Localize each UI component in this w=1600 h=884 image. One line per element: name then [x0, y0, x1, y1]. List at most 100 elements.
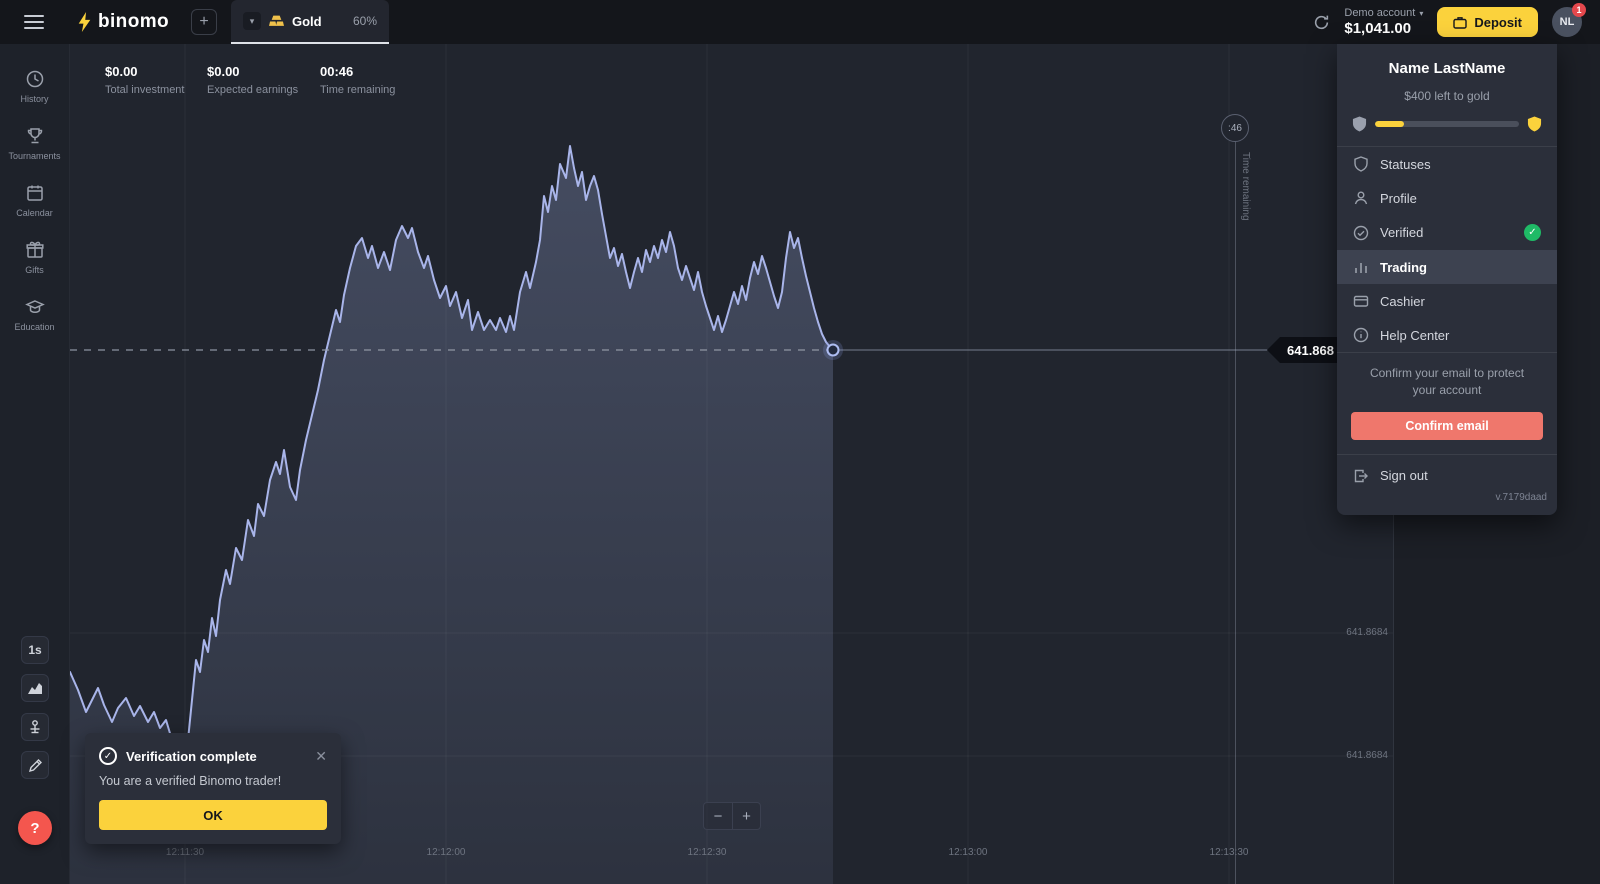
gold-shield-icon [1527, 116, 1542, 132]
stat-label: Total investment [105, 84, 184, 96]
gold-bar-icon [269, 14, 284, 28]
menu-item-verified[interactable]: Verified ✓ [1337, 215, 1557, 250]
status-progress [1352, 116, 1542, 132]
info-icon [1353, 327, 1369, 343]
pencil-icon [28, 758, 43, 773]
status-progress-track [1375, 121, 1519, 127]
menu-item-label: Profile [1380, 191, 1417, 206]
zoom-in-button[interactable]: + [732, 802, 761, 830]
stat-value: $0.00 [207, 64, 298, 79]
x-axis-label: 12:11:30 [166, 847, 204, 858]
verification-toast: ✓ Verification complete ✕ You are a veri… [85, 733, 341, 844]
deposit-label: Deposit [1474, 15, 1522, 30]
toast-title: Verification complete [126, 749, 257, 764]
user-name: Name LastName [1337, 60, 1557, 77]
stat-expected-earnings: $0.00 Expected earnings [207, 64, 298, 96]
sidebar-item-calendar[interactable]: Calendar [0, 172, 69, 229]
stat-value: $0.00 [105, 64, 184, 79]
status-progress-fill [1375, 121, 1404, 127]
silver-shield-icon [1352, 116, 1367, 132]
account-balance: $1,041.00 [1344, 20, 1423, 37]
y-axis-label: 641.8684 [1346, 627, 1388, 638]
topbar: binomo + ▾ Gold 60% Demo account ▾ $1,04… [0, 0, 1600, 44]
draw-button[interactable] [21, 751, 49, 779]
menu-item-label: Help Center [1380, 328, 1449, 343]
check-circle-icon [1353, 225, 1369, 241]
menu-item-label: Cashier [1380, 294, 1425, 309]
x-axis-label: 12:13:00 [949, 847, 988, 858]
area-chart-icon [27, 681, 43, 695]
timeframe-button[interactable]: 1s [21, 636, 49, 664]
verified-check-badge: ✓ [1524, 224, 1541, 241]
sidebar-item-history[interactable]: History [0, 58, 69, 115]
menu-item-label: Statuses [1380, 157, 1431, 172]
sign-out-button[interactable]: Sign out [1337, 455, 1557, 490]
close-icon[interactable]: ✕ [315, 748, 327, 765]
menu-item-help-center[interactable]: Help Center [1337, 318, 1557, 352]
sidebar-item-label: Education [14, 322, 54, 332]
logo[interactable]: binomo [78, 11, 169, 33]
stat-value: 00:46 [320, 64, 395, 79]
bar-chart-icon [1353, 259, 1369, 275]
wallet-icon [1453, 16, 1467, 29]
menu-item-statuses[interactable]: Statuses [1337, 147, 1557, 181]
avatar[interactable]: NL 1 [1552, 7, 1582, 37]
toast-ok-button[interactable]: OK [99, 800, 327, 830]
menu-icon[interactable] [24, 15, 44, 29]
left-sidebar: History Tournaments Calendar Gifts [0, 44, 70, 884]
calendar-icon [25, 183, 45, 203]
confirm-email-button[interactable]: Confirm email [1351, 412, 1543, 440]
avatar-initials: NL [1560, 16, 1575, 28]
stat-time-remaining: 00:46 Time remaining [320, 64, 395, 96]
chevron-down-icon[interactable]: ▾ [243, 12, 261, 30]
refresh-icon[interactable] [1313, 14, 1330, 31]
user-menu-panel: Name LastName $400 left to gold Statuses… [1337, 44, 1557, 515]
stat-total-investment: $0.00 Total investment [105, 64, 184, 96]
confirm-email-note: Confirm your email to protect your accou… [1337, 353, 1557, 410]
graduation-cap-icon [25, 297, 45, 317]
sign-out-icon [1353, 468, 1369, 484]
status-progress-caption: $400 left to gold [1337, 89, 1557, 103]
indicators-button[interactable] [21, 713, 49, 741]
stat-label: Expected earnings [207, 84, 298, 96]
sidebar-item-education[interactable]: Education [0, 286, 69, 343]
indicators-icon [27, 719, 43, 735]
sidebar-item-label: Calendar [16, 208, 53, 218]
x-axis-label: 12:12:30 [688, 847, 727, 858]
help-button[interactable]: ? [18, 811, 52, 845]
asset-tab-gold[interactable]: ▾ Gold 60% [231, 0, 389, 44]
stat-label: Time remaining [320, 84, 395, 96]
notification-badge: 1 [1572, 3, 1586, 17]
account-switcher[interactable]: Demo account ▾ $1,041.00 [1344, 7, 1423, 37]
lightning-icon [78, 12, 91, 32]
sidebar-item-gifts[interactable]: Gifts [0, 229, 69, 286]
sidebar-item-tournaments[interactable]: Tournaments [0, 115, 69, 172]
time-remaining-badge: :46 [1221, 114, 1249, 142]
menu-item-label: Trading [1380, 260, 1427, 275]
menu-item-trading[interactable]: Trading [1337, 250, 1557, 284]
person-icon [1353, 190, 1369, 206]
shield-icon [1353, 156, 1369, 172]
deposit-button[interactable]: Deposit [1437, 7, 1538, 37]
y-axis-label: 641.8684 [1346, 750, 1388, 761]
sidebar-item-label: Gifts [25, 265, 44, 275]
chart-type-button[interactable] [21, 674, 49, 702]
zoom-out-button[interactable]: − [703, 802, 732, 830]
caret-down-icon: ▾ [1419, 9, 1423, 18]
credit-card-icon [1353, 293, 1369, 309]
sidebar-item-label: Tournaments [8, 151, 60, 161]
menu-item-profile[interactable]: Profile [1337, 181, 1557, 215]
gift-icon [25, 240, 45, 260]
clock-icon [25, 69, 45, 89]
logo-text: binomo [98, 11, 169, 33]
menu-item-cashier[interactable]: Cashier [1337, 284, 1557, 318]
x-axis-label: 12:13:30 [1210, 847, 1249, 858]
menu-item-label: Verified [1380, 225, 1423, 240]
sidebar-item-label: History [20, 94, 48, 104]
x-axis-label: 12:12:00 [427, 847, 466, 858]
version-label: v.7179daad [1337, 490, 1557, 509]
add-asset-tab-button[interactable]: + [191, 9, 217, 35]
check-circle-icon: ✓ [99, 747, 117, 765]
topbar-right: Demo account ▾ $1,041.00 Deposit NL 1 [1313, 7, 1582, 37]
zoom-controls: − + [703, 802, 761, 830]
